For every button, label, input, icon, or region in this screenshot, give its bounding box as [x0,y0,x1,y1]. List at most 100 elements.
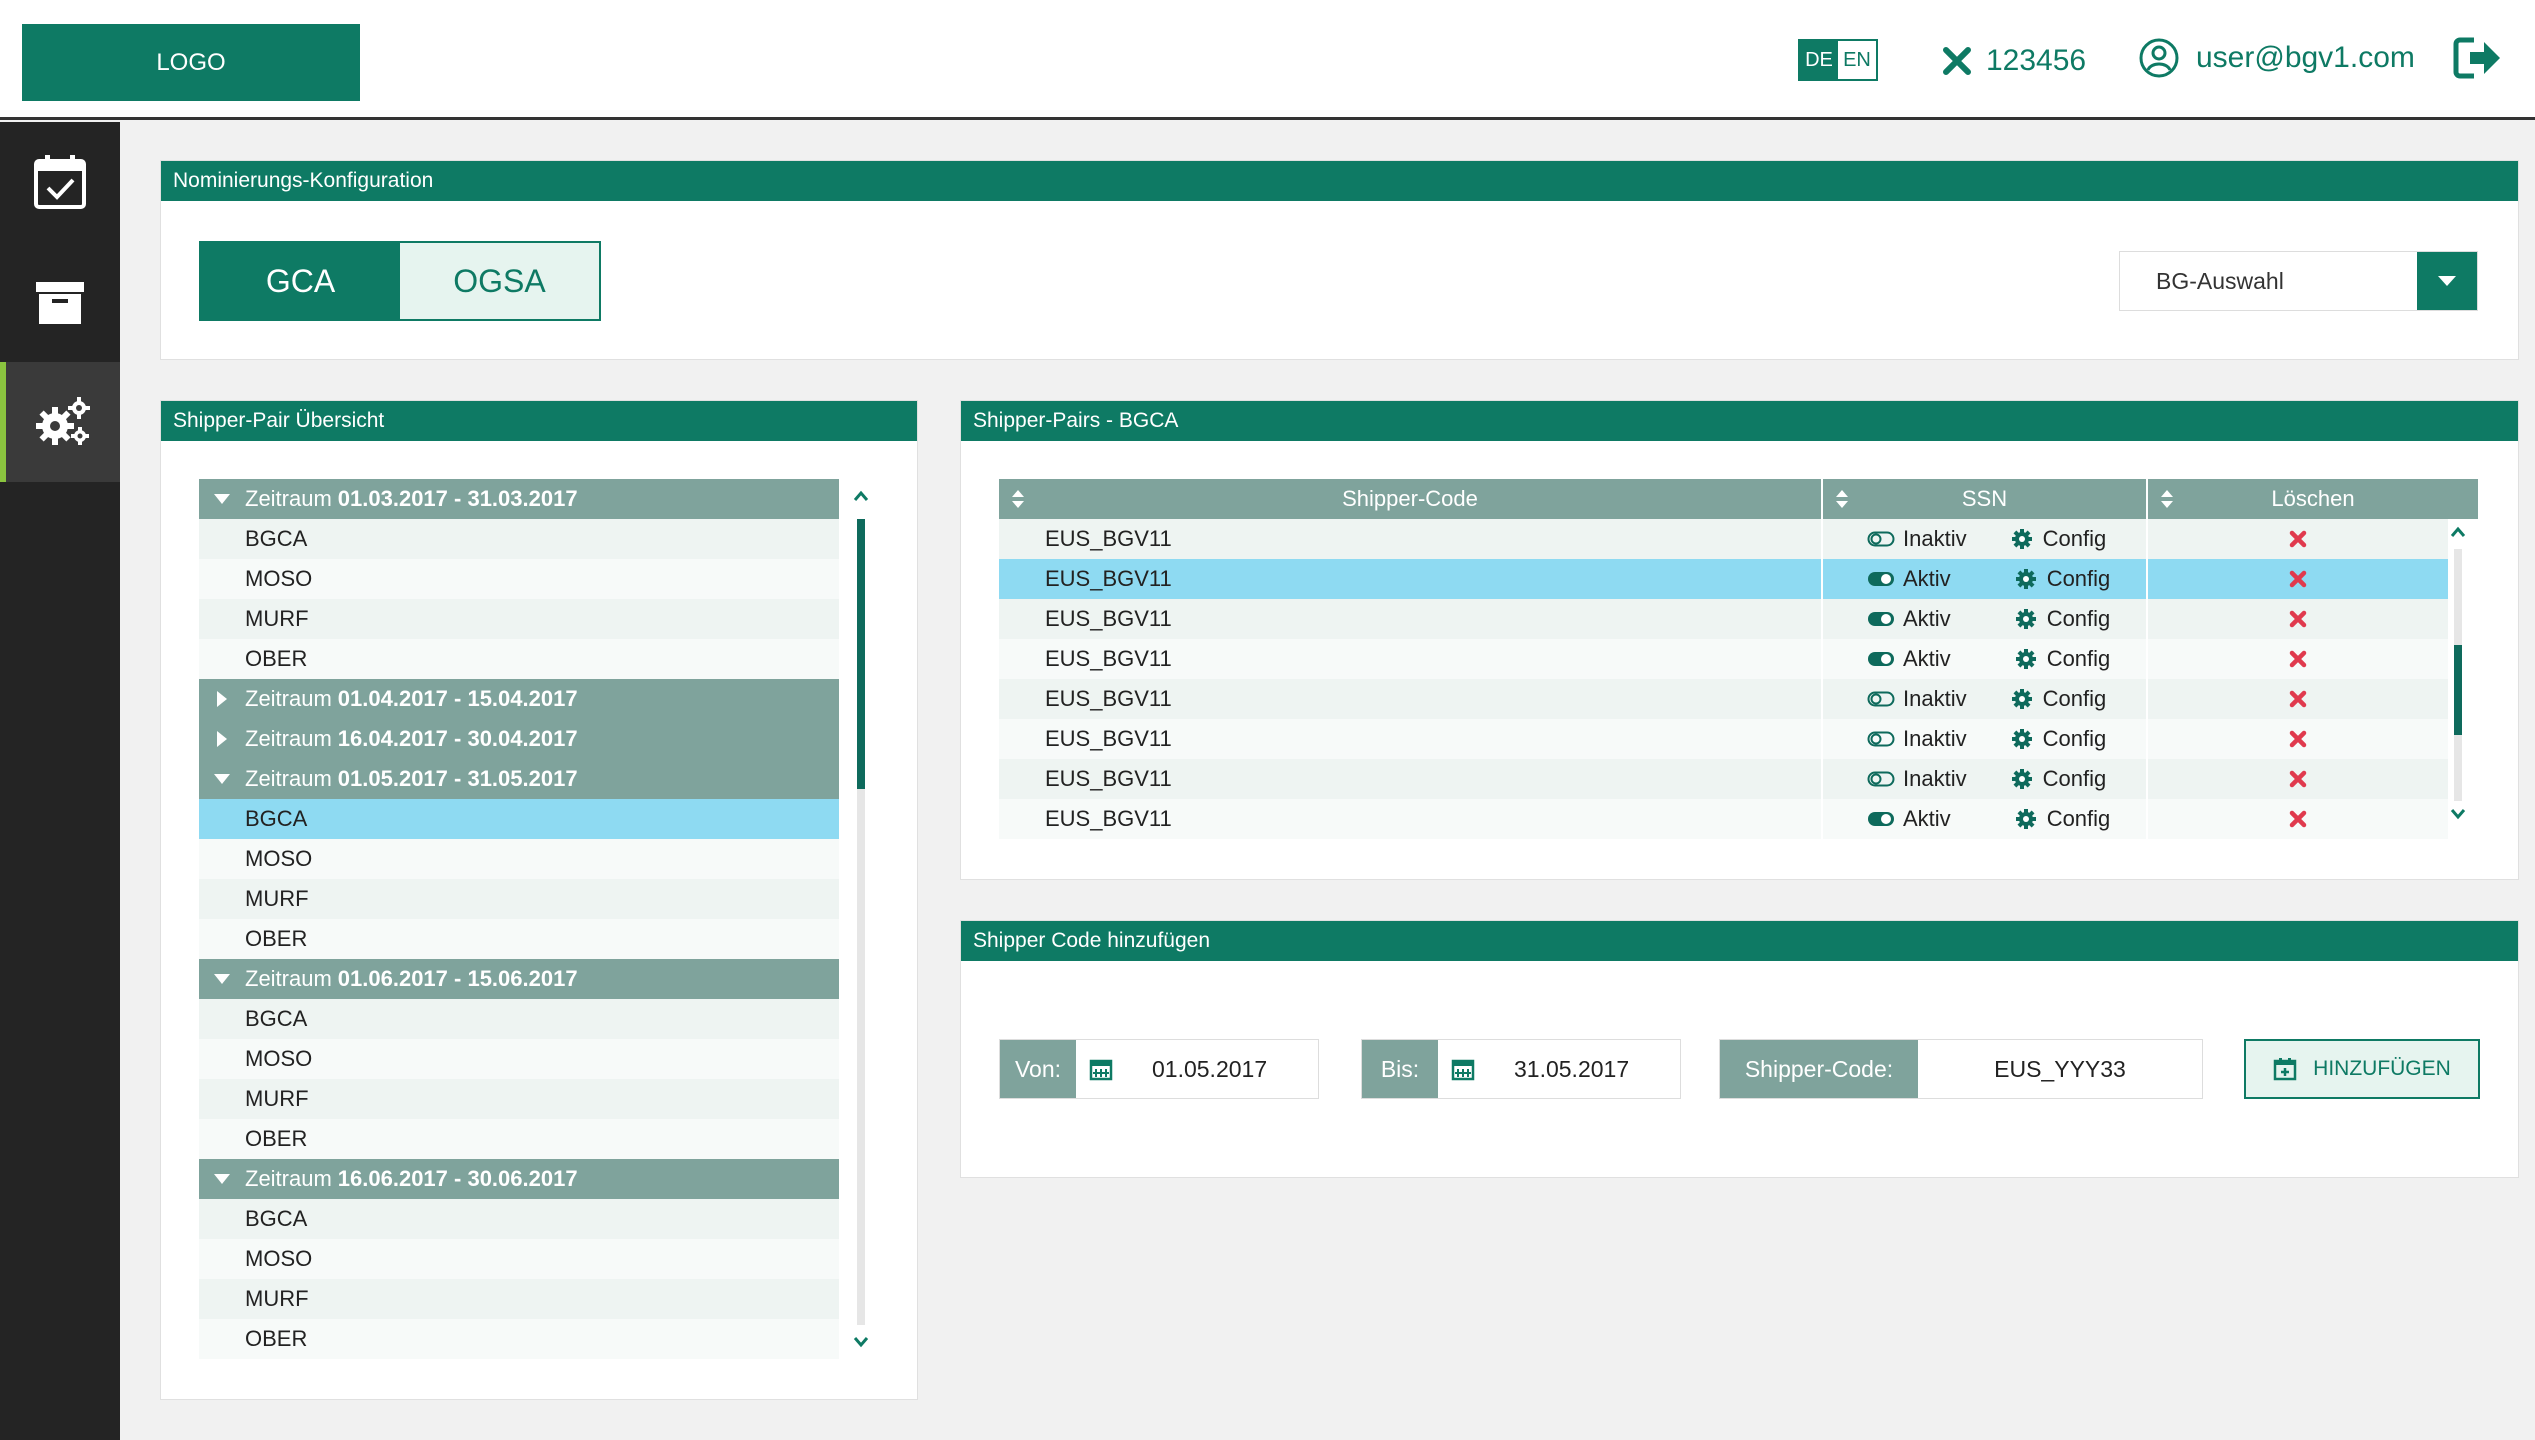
shipper-pair-item[interactable]: MURF [199,599,839,639]
column-ssn[interactable]: SSN [1823,479,2148,519]
add-button[interactable]: HINZUFÜGEN [2244,1039,2480,1099]
config-link[interactable]: Config [2015,606,2110,632]
shipper-pair-item[interactable]: OBER [199,1119,839,1159]
caret-right-icon[interactable] [199,730,245,748]
delete-icon[interactable] [2289,690,2307,708]
table-row[interactable]: EUS_BGV11 Inaktiv Config [999,759,2448,799]
user-menu[interactable]: user@bgv1.com [2138,36,2415,80]
table-row[interactable]: EUS_BGV11 Aktiv Config [999,799,2448,839]
config-link[interactable]: Config [2015,646,2110,672]
bg-select[interactable]: BG-Auswahl [2119,251,2478,311]
period-group[interactable]: Zeitraum 01.04.2017 - 15.04.2017 [199,679,839,719]
chevron-down-icon[interactable] [2450,807,2466,821]
shipper-pair-item[interactable]: MOSO [199,1239,839,1279]
sidebar-item-calendar[interactable] [0,122,120,242]
caret-down-icon[interactable] [199,773,245,785]
chevron-up-icon[interactable] [2450,525,2466,539]
column-loeschen[interactable]: Löschen [2148,479,2478,519]
caret-down-icon[interactable] [199,1173,245,1185]
table-row[interactable]: EUS_BGV11 Aktiv Config [999,599,2448,639]
ssn-toggle[interactable]: Aktiv [1867,646,1951,672]
calendar-icon[interactable] [1438,1040,1488,1098]
ssn-toggle[interactable]: Aktiv [1867,606,1951,632]
table-row[interactable]: EUS_BGV11 Inaktiv Config [999,719,2448,759]
bis-value[interactable]: 31.05.2017 [1488,1040,1680,1098]
pairs-scrollbar[interactable] [2450,525,2466,845]
ssn-status: Aktiv [1903,806,1951,831]
von-value[interactable]: 01.05.2017 [1126,1040,1318,1098]
overview-scroll-thumb[interactable] [857,519,865,789]
delete-icon[interactable] [2289,730,2307,748]
shipper-pair-item[interactable]: MOSO [199,839,839,879]
shipper-pair-item[interactable]: OBER [199,919,839,959]
pairs-scroll-thumb[interactable] [2454,645,2462,735]
caret-down-icon[interactable] [199,973,245,985]
config-link[interactable]: Config [2011,726,2106,752]
table-row[interactable]: EUS_BGV11 Inaktiv Config [999,519,2448,559]
caret-down-icon[interactable] [199,493,245,505]
shipper-pair-item[interactable]: OBER [199,639,839,679]
shipper-pair-item[interactable]: MURF [199,1279,839,1319]
caret-right-icon[interactable] [199,690,245,708]
von-field[interactable]: Von: 01.05.2017 [999,1039,1319,1099]
shipper-code-cell: EUS_BGV11 [999,719,1823,759]
period-group[interactable]: Zeitraum 01.06.2017 - 15.06.2017 [199,959,839,999]
period-group[interactable]: Zeitraum 16.06.2017 - 30.06.2017 [199,1159,839,1199]
lang-en[interactable]: EN [1838,41,1876,79]
period-group[interactable]: Zeitraum 16.04.2017 - 30.04.2017 [199,719,839,759]
delete-icon[interactable] [2289,610,2307,628]
table-row[interactable]: EUS_BGV11 Aktiv Config [999,639,2448,679]
config-link[interactable]: Config [2011,526,2106,552]
ssn-toggle[interactable]: Inaktiv [1867,686,1967,712]
lang-de[interactable]: DE [1800,41,1838,79]
config-link[interactable]: Config [2015,806,2110,832]
sidebar-item-archive[interactable] [0,242,120,362]
bg-select-toggle[interactable] [2417,252,2477,310]
bis-field[interactable]: Bis: 31.05.2017 [1361,1039,1681,1099]
sidebar-item-settings[interactable] [0,362,120,482]
shipper-code-field[interactable]: Shipper-Code: EUS_YYY33 [1719,1039,2203,1099]
shipper-pair-item[interactable]: BGCA [199,519,839,559]
ssn-toggle[interactable]: Inaktiv [1867,726,1967,752]
tab-gca[interactable]: GCA [201,243,400,319]
column-shipper-code[interactable]: Shipper-Code [999,479,1823,519]
delete-icon[interactable] [2289,650,2307,668]
shipper-pair-item[interactable]: MURF [199,879,839,919]
shipper-pair-item[interactable]: BGCA [199,1199,839,1239]
table-row[interactable]: EUS_BGV11 Aktiv Config [999,559,2448,599]
period-group[interactable]: Zeitraum 01.05.2017 - 31.05.2017 [199,759,839,799]
overview-scrollbar[interactable] [853,489,869,1355]
delete-icon[interactable] [2289,770,2307,788]
config-link[interactable]: Config [2011,766,2106,792]
ssn-toggle[interactable]: Inaktiv [1867,526,1967,552]
period-group[interactable]: Zeitraum 01.03.2017 - 31.03.2017 [199,479,839,519]
chevron-up-icon[interactable] [853,489,869,503]
delete-icon[interactable] [2289,810,2307,828]
gears-icon [36,397,90,445]
delete-icon[interactable] [2289,530,2307,548]
tab-ogsa[interactable]: OGSA [400,243,599,319]
toggle-on-icon [1868,612,1894,626]
ssn-status: Aktiv [1903,646,1951,671]
delete-icon[interactable] [2289,570,2307,588]
config-link[interactable]: Config [2011,686,2106,712]
ssn-toggle[interactable]: Inaktiv [1867,766,1967,792]
pairs-table-body: EUS_BGV11 Inaktiv Config EUS_BGV11 Aktiv Conf… [999,519,2448,839]
shipper-code-input[interactable]: EUS_YYY33 [1918,1040,2202,1098]
shipper-pair-item[interactable]: MURF [199,1079,839,1119]
chevron-down-icon[interactable] [853,1335,869,1349]
logout-icon[interactable] [2452,34,2504,82]
ssn-toggle[interactable]: Aktiv [1867,806,1951,832]
shipper-pair-item[interactable]: BGCA [199,799,839,839]
calendar-icon[interactable] [1076,1040,1126,1098]
shipper-pair-item[interactable]: OBER [199,1319,839,1359]
shipper-pair-item[interactable]: MOSO [199,1039,839,1079]
bis-label: Bis: [1362,1040,1438,1098]
ssn-toggle[interactable]: Aktiv [1867,566,1951,592]
ssn-status: Aktiv [1903,566,1951,591]
ssn-status: Aktiv [1903,606,1951,631]
shipper-pair-item[interactable]: MOSO [199,559,839,599]
config-link[interactable]: Config [2015,566,2110,592]
table-row[interactable]: EUS_BGV11 Inaktiv Config [999,679,2448,719]
shipper-pair-item[interactable]: BGCA [199,999,839,1039]
